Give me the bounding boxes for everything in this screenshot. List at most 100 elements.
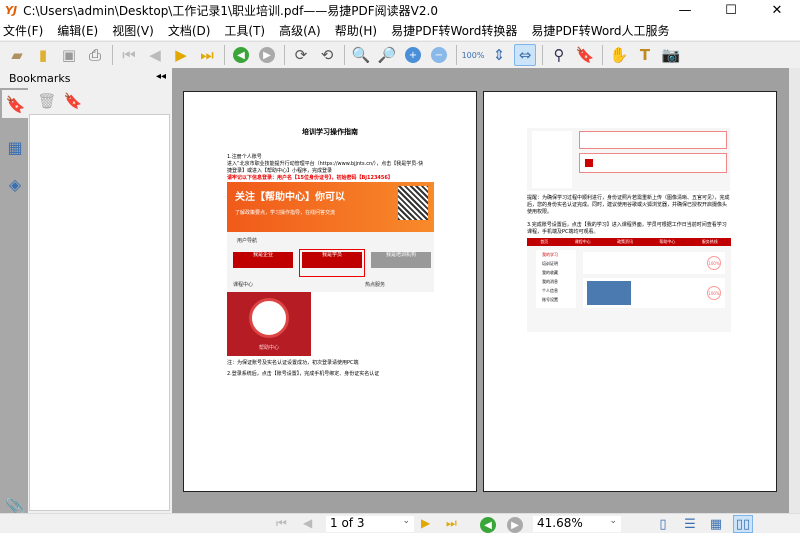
- bookmark-list[interactable]: [29, 114, 170, 511]
- single-page-view-icon[interactable]: ▯: [653, 515, 673, 533]
- vertical-scrollbar[interactable]: [789, 68, 800, 513]
- rotate-clockwise-icon[interactable]: ⟳: [290, 44, 312, 66]
- mini-program-qr-image: 帮助中心: [227, 292, 311, 356]
- find-binoculars-icon[interactable]: ⚲: [548, 44, 570, 66]
- menu-file[interactable]: 文件(F): [3, 22, 43, 39]
- zoom-in-icon[interactable]: 🔍: [350, 44, 372, 66]
- menu-item: 我的收藏: [542, 270, 558, 275]
- menu-item: 培训证明: [542, 261, 558, 266]
- thumbnails-tab-icon[interactable]: ▦: [3, 133, 27, 161]
- menu-advanced[interactable]: 高级(A): [279, 22, 321, 39]
- back-icon[interactable]: ◀: [230, 44, 252, 66]
- bookmark-icon[interactable]: 🔖: [574, 44, 596, 66]
- progress-badge: 100%: [707, 286, 721, 300]
- menu-edit[interactable]: 编辑(E): [57, 22, 98, 39]
- progress-badge: 100%: [707, 256, 721, 270]
- site-top-nav: 首页 课程中心 政策资讯 帮助中心 服务热线: [527, 238, 731, 246]
- bookmarks-tab-icon[interactable]: 🔖: [2, 90, 29, 118]
- menu-help[interactable]: 帮助(H): [335, 22, 377, 39]
- red-note: 请牢记以下信息登录：用户名【15位身份证号】，初始密码【Bj123456】: [227, 175, 393, 181]
- next-page-button[interactable]: ▶: [421, 516, 430, 530]
- reminder-text: 提醒：为确保学习过程中顺利进行，身份证照片若需重新上传（图像清晰、五官可见），完…: [527, 195, 730, 215]
- minimize-button[interactable]: —: [662, 0, 708, 20]
- prev-page-button[interactable]: ◀: [303, 516, 312, 530]
- hot-services-label: 热点服务: [365, 282, 386, 288]
- nav-label: 用户导航: [237, 238, 258, 244]
- bookmarks-panel: 🗑 🔖: [28, 88, 172, 513]
- actual-size-icon[interactable]: 100%: [462, 44, 485, 66]
- toolbar: ▰ ▮ ▣ ⎙ ⏮ ◀ ▶ ⏭ ◀ ▶ ⟳ ⟲ 🔍 🔎 + − 100% ⇕ ⇔…: [0, 41, 800, 68]
- menu-pdf-to-word[interactable]: 易捷PDF转Word转换器: [391, 22, 517, 39]
- card-institution: 我是培训机构: [371, 252, 431, 268]
- card-enterprise: 我是企业: [233, 252, 293, 268]
- nav-item: 帮助中心: [659, 239, 676, 244]
- paragraph: 进入“北京市职业技能提升行动管理平台（https://www.bjjnts.cn…: [227, 161, 424, 174]
- document-viewer[interactable]: 培训学习操作指南 1.注册个人账号 进入“北京市职业技能提升行动管理平台（htt…: [176, 68, 800, 513]
- step-2: 2.登录系统后，点击【账号设置】，完成手机号绑定、身份证实名认证: [227, 371, 380, 377]
- menu-document[interactable]: 文档(D): [168, 22, 211, 39]
- banner-image: 关注【帮助中心】你可以 了解政策要点，学习操作指导，在线问答交流: [227, 182, 434, 232]
- snapshot-camera-icon[interactable]: 📷: [660, 44, 682, 66]
- zoom-level: 41.68%: [537, 516, 583, 530]
- sidebar-header: Bookmarks ◂◂: [0, 68, 172, 88]
- save-icon[interactable]: ▣: [58, 44, 80, 66]
- pdf-page-1: 培训学习操作指南 1.注册个人账号 进入“北京市职业技能提升行动管理平台（htt…: [183, 91, 477, 492]
- nav-item: 政策资讯: [616, 239, 633, 244]
- fit-page-icon[interactable]: ⇕: [488, 44, 510, 66]
- mini-program-label: 帮助中心: [258, 345, 279, 351]
- sidebar: Bookmarks ◂◂ 🔖 ▦ ◈ 📎 🗑 🔖: [0, 68, 176, 516]
- first-page-button[interactable]: ⏮: [276, 516, 287, 531]
- back-button[interactable]: ◀: [480, 517, 496, 533]
- minus-icon[interactable]: −: [428, 44, 450, 66]
- page-heading: 培训学习操作指南: [302, 128, 358, 136]
- plus-icon[interactable]: +: [402, 44, 424, 66]
- step-3: 3.完成账号设置后，点击【我的学习】进入课程界面，学员可根据工作日当前时间查看学…: [527, 222, 727, 235]
- first-page-icon[interactable]: ⏮: [118, 44, 140, 66]
- qr-code: [398, 186, 428, 220]
- layers-tab-icon[interactable]: ◈: [3, 170, 27, 198]
- nav-item: 首页: [540, 239, 549, 244]
- sidebar-tabs: 🔖 ▦ ◈ 📎: [0, 88, 29, 516]
- last-page-button[interactable]: ⏭: [446, 516, 457, 531]
- banner-title: 关注【帮助中心】你可以: [235, 192, 345, 203]
- card-student: 我是学员: [302, 252, 362, 268]
- forward-button[interactable]: ▶: [507, 517, 523, 533]
- close-button[interactable]: ✕: [754, 0, 800, 20]
- banner-subtitle: 了解政策要点，学习操作指导，在线问答交流: [235, 210, 336, 216]
- menu-bar: 文件(F) 编辑(E) 视图(V) 文档(D) 工具(T) 高级(A) 帮助(H…: [0, 20, 800, 40]
- step-1: 1.注册个人账号: [227, 154, 262, 160]
- account-settings-image: [527, 128, 730, 191]
- last-page-icon[interactable]: ⏭: [196, 44, 218, 66]
- status-bar: ⏮ ◀ 1 of 3 ⌄ ▶ ⏭ ◀ ▶ 41.68% ⌄ ▯ ☰ ▦ ▯▯: [0, 513, 800, 533]
- window-title: C:\Users\admin\Desktop\工作记录1\职业培训.pdf——易…: [23, 3, 438, 18]
- continuous-view-icon[interactable]: ☰: [680, 515, 700, 533]
- forward-icon[interactable]: ▶: [256, 44, 278, 66]
- course-center-label: 课程中心: [233, 282, 254, 288]
- print-icon[interactable]: ⎙: [84, 44, 106, 66]
- add-bookmark-icon[interactable]: 🔖: [62, 90, 84, 112]
- text-select-icon[interactable]: T: [634, 44, 656, 66]
- zoom-out-icon[interactable]: 🔎: [376, 44, 398, 66]
- open-folder-icon[interactable]: ▰: [6, 44, 28, 66]
- page-number-combo[interactable]: 1 of 3 ⌄: [326, 516, 414, 532]
- nav-item: 课程中心: [574, 239, 591, 244]
- next-page-icon[interactable]: ▶: [170, 44, 192, 66]
- prev-page-icon[interactable]: ◀: [144, 44, 166, 66]
- facing-view-icon[interactable]: ▯▯: [733, 515, 753, 533]
- app-logo: YJ: [5, 3, 18, 17]
- fit-width-icon[interactable]: ⇔: [514, 44, 536, 66]
- menu-tools[interactable]: 工具(T): [224, 22, 265, 39]
- zoom-combo[interactable]: 41.68% ⌄: [533, 516, 621, 532]
- maximize-button[interactable]: ☐: [708, 0, 754, 20]
- open-file-icon[interactable]: ▮: [32, 44, 54, 66]
- menu-pdf-to-word-service[interactable]: 易捷PDF转Word人工服务: [531, 22, 669, 39]
- hand-tool-icon[interactable]: ✋: [608, 44, 630, 66]
- collapse-sidebar-icon[interactable]: ◂◂: [156, 71, 166, 82]
- continuous-facing-view-icon[interactable]: ▦: [706, 515, 726, 533]
- pdf-page-2: 提醒：为确保学习过程中顺利进行，身份证照片若需重新上传（图像清晰、五官可见），完…: [483, 91, 777, 492]
- menu-item: 我的消息: [542, 279, 558, 284]
- delete-bookmark-icon[interactable]: 🗑: [36, 90, 58, 112]
- rotate-counterclockwise-icon[interactable]: ⟲: [316, 44, 338, 66]
- menu-item: 账号设置: [542, 297, 558, 302]
- menu-view[interactable]: 视图(V): [112, 22, 154, 39]
